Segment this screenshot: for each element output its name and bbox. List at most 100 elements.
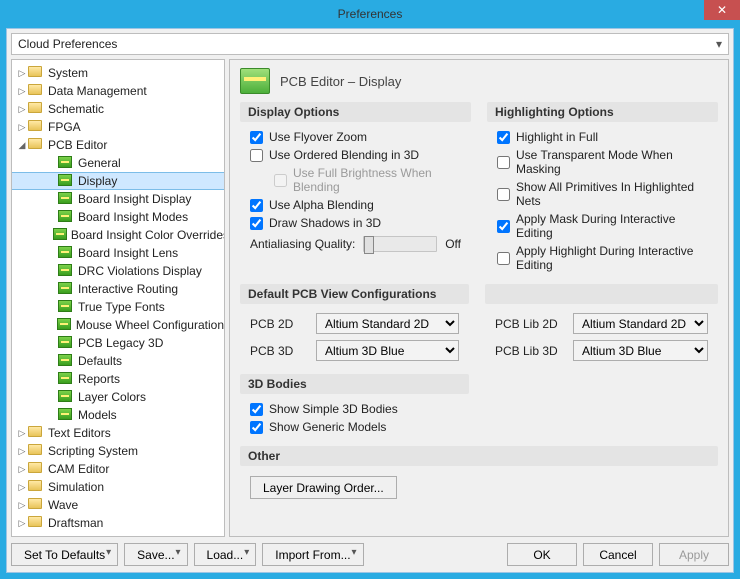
tree-item-display[interactable]: ▷Display [12, 172, 224, 190]
import-from-button[interactable]: Import From... [262, 543, 363, 566]
opt-hl-edit[interactable]: Apply Highlight During Interactive Editi… [487, 242, 718, 274]
chevron-right-icon[interactable]: ▷ [16, 446, 28, 457]
chk-highlight-full[interactable] [497, 131, 510, 144]
tree-item-wave[interactable]: ▷Wave [12, 496, 224, 514]
opt-transparent-mask[interactable]: Use Transparent Mode When Masking [487, 146, 718, 178]
chevron-down-icon[interactable]: ◢ [16, 140, 28, 151]
chevron-right-icon[interactable]: ▷ [16, 122, 28, 133]
tree-item-general[interactable]: ▷General [12, 154, 224, 172]
ok-button[interactable]: OK [507, 543, 577, 566]
antialias-slider[interactable] [363, 236, 437, 252]
close-button[interactable]: ✕ [704, 0, 740, 20]
row-pcb2d: PCB 2D Altium Standard 2D [240, 310, 469, 337]
opt-generic-models[interactable]: Show Generic Models [240, 418, 469, 436]
tree-item-drc-violations-display[interactable]: ▷DRC Violations Display [12, 262, 224, 280]
opt-highlight-full[interactable]: Highlight in Full [487, 128, 718, 146]
tree-item-board-insight-lens[interactable]: ▷Board Insight Lens [12, 244, 224, 262]
group-title-blank [485, 284, 718, 304]
opt-mask-edit[interactable]: Apply Mask During Interactive Editing [487, 210, 718, 242]
apply-button[interactable]: Apply [659, 543, 729, 566]
close-icon: ✕ [717, 3, 727, 17]
window-title: Preferences [338, 7, 403, 21]
group-default-view-lib: PCB Lib 2D Altium Standard 2D PCB Lib 3D… [485, 284, 718, 364]
load-button[interactable]: Load... [194, 543, 257, 566]
tree-item-label: PCB Legacy 3D [78, 336, 163, 350]
chk-transparent-mask[interactable] [497, 156, 510, 169]
tree-item-schematic[interactable]: ▷Schematic [12, 100, 224, 118]
chevron-right-icon[interactable]: ▷ [16, 428, 28, 439]
folder-icon [28, 480, 42, 491]
tree-item-data-management[interactable]: ▷Data Management [12, 82, 224, 100]
lbl-lib2d: PCB Lib 2D [495, 317, 565, 331]
save-button[interactable]: Save... [124, 543, 187, 566]
tree-item-label: Board Insight Lens [78, 246, 178, 260]
chk-ordered-blending[interactable] [250, 149, 263, 162]
slider-thumb[interactable] [364, 236, 374, 254]
tree-item-fpga[interactable]: ▷FPGA [12, 118, 224, 136]
chk-draw-shadows[interactable] [250, 217, 263, 230]
tree-item-models[interactable]: ▷Models [12, 406, 224, 424]
tree-item-interactive-routing[interactable]: ▷Interactive Routing [12, 280, 224, 298]
antialias-row: Antialiasing Quality: Off [240, 232, 471, 254]
lbl-generic-models: Show Generic Models [269, 420, 386, 434]
tree-item-draftsman[interactable]: ▷Draftsman [12, 514, 224, 532]
chevron-right-icon[interactable]: ▷ [16, 500, 28, 511]
tree-item-system[interactable]: ▷System [12, 64, 224, 82]
chevron-right-icon[interactable]: ▷ [16, 464, 28, 475]
sel-pcb2d[interactable]: Altium Standard 2D [316, 313, 459, 334]
tree-item-cam-editor[interactable]: ▷ CAM Editor [12, 460, 224, 478]
chk-simple-bodies[interactable] [250, 403, 263, 416]
sel-lib2d[interactable]: Altium Standard 2D [573, 313, 708, 334]
opt-simple-bodies[interactable]: Show Simple 3D Bodies [240, 400, 469, 418]
tree-item-text-editors[interactable]: ▷ Text Editors [12, 424, 224, 442]
chevron-right-icon[interactable]: ▷ [16, 68, 28, 79]
chevron-right-icon[interactable]: ▷ [16, 104, 28, 115]
tree-item-true-type-fonts[interactable]: ▷True Type Fonts [12, 298, 224, 316]
cancel-button[interactable]: Cancel [583, 543, 653, 566]
chevron-right-icon[interactable]: ▷ [16, 518, 28, 529]
chk-flyover-zoom[interactable] [250, 131, 263, 144]
tree-item-label: Reports [78, 372, 120, 386]
tree-item-defaults[interactable]: ▷Defaults [12, 352, 224, 370]
lbl-mask-edit: Apply Mask During Interactive Editing [516, 212, 708, 240]
opt-flyover-zoom[interactable]: Use Flyover Zoom [240, 128, 471, 146]
tree-item-label: Text Editors [48, 426, 111, 440]
sel-pcb3d[interactable]: Altium 3D Blue [316, 340, 459, 361]
chk-mask-edit[interactable] [497, 220, 510, 233]
tree-item-label: CAM Editor [48, 462, 109, 476]
nav-tree[interactable]: ▷System▷Data Management▷Schematic▷FPGA◢P… [11, 59, 225, 537]
chk-generic-models[interactable] [250, 421, 263, 434]
page-header: PCB Editor – Display [240, 68, 718, 94]
opt-alpha-blending[interactable]: Use Alpha Blending [240, 196, 471, 214]
tree-item-board-insight-modes[interactable]: ▷Board Insight Modes [12, 208, 224, 226]
tree-item-board-insight-color-overrides[interactable]: ▷Board Insight Color Overrides [12, 226, 224, 244]
set-defaults-button[interactable]: Set To Defaults [11, 543, 118, 566]
tree-item-pcb-legacy-3d[interactable]: ▷PCB Legacy 3D [12, 334, 224, 352]
tree-item-simulation[interactable]: ▷Simulation [12, 478, 224, 496]
opt-draw-shadows[interactable]: Draw Shadows in 3D [240, 214, 471, 232]
chk-show-primitives[interactable] [497, 188, 510, 201]
pcb-page-icon [58, 210, 72, 222]
tree-item-board-insight-display[interactable]: ▷Board Insight Display [12, 190, 224, 208]
tree-item-layer-colors[interactable]: ▷Layer Colors [12, 388, 224, 406]
chk-full-brightness [274, 174, 287, 187]
folder-icon [28, 102, 42, 113]
opt-ordered-blending[interactable]: Use Ordered Blending in 3D [240, 146, 471, 164]
cloud-preferences-select[interactable]: Cloud Preferences [11, 33, 729, 55]
row-lib3d: PCB Lib 3D Altium 3D Blue [485, 337, 718, 364]
pcb-page-icon [58, 408, 72, 420]
layer-drawing-order-button[interactable]: Layer Drawing Order... [250, 476, 397, 499]
opt-show-primitives[interactable]: Show All Primitives In Highlighted Nets [487, 178, 718, 210]
tree-item-pcb-editor[interactable]: ◢PCB Editor [12, 136, 224, 154]
chk-alpha-blending[interactable] [250, 199, 263, 212]
tree-item-mouse-wheel-configuration[interactable]: ▷Mouse Wheel Configuration [12, 316, 224, 334]
sel-lib3d[interactable]: Altium 3D Blue [573, 340, 708, 361]
chk-hl-edit[interactable] [497, 252, 510, 265]
content-area: ▷System▷Data Management▷Schematic▷FPGA◢P… [11, 59, 729, 537]
group-title-display: Display Options [240, 102, 471, 122]
tree-item-reports[interactable]: ▷Reports [12, 370, 224, 388]
tree-item-scripting-system[interactable]: ▷Scripting System [12, 442, 224, 460]
chevron-right-icon[interactable]: ▷ [16, 86, 28, 97]
pcb-page-icon [58, 354, 72, 366]
chevron-right-icon[interactable]: ▷ [16, 482, 28, 493]
